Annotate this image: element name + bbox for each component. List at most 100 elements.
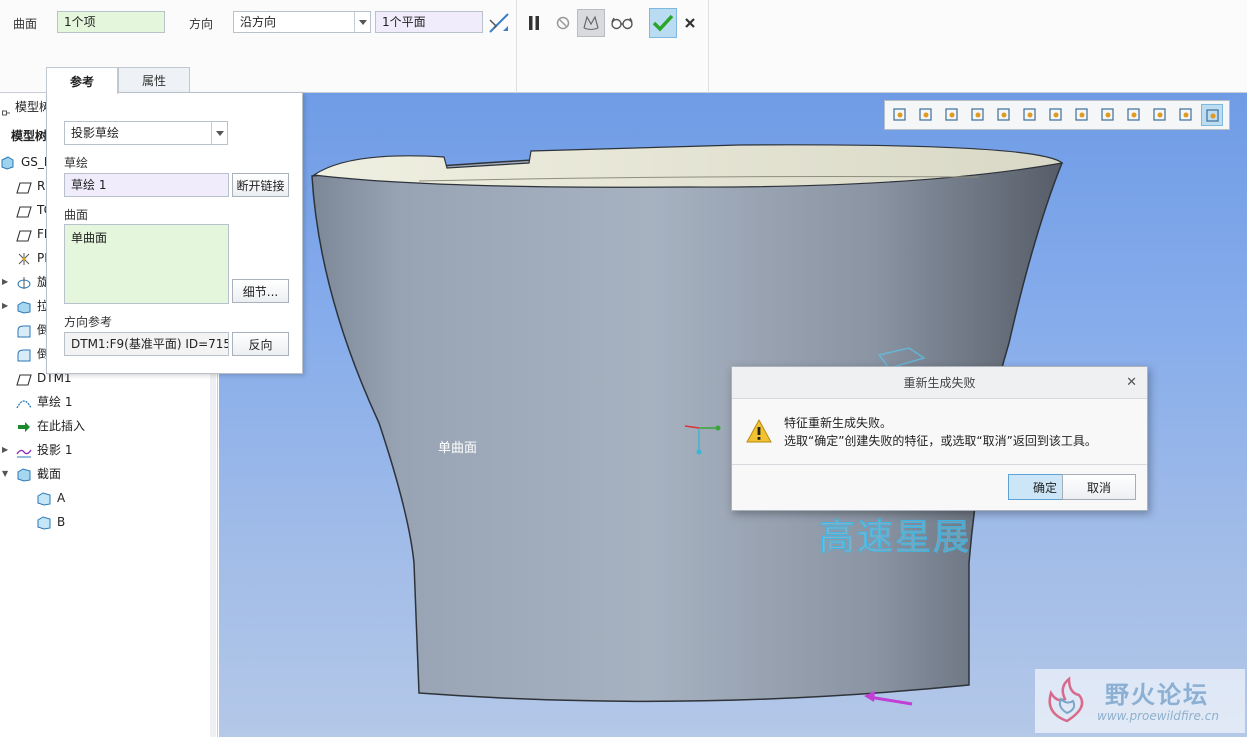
- pause-button[interactable]: [524, 12, 544, 34]
- no-preview-button[interactable]: [553, 12, 573, 34]
- datum-plane-icon: [16, 227, 32, 242]
- projection-type-dropdown[interactable]: 投影草绘: [64, 121, 228, 145]
- datum-plane-icon: [16, 203, 32, 218]
- watermark-text: 高速星展: [818, 517, 972, 559]
- tree-item[interactable]: 草绘 1: [0, 391, 216, 413]
- collapsed-chevron-icon[interactable]: ▶: [2, 271, 10, 293]
- references-panel: 投影草绘 草绘 草绘 1 断开链接 曲面 单曲面 细节... 方向参考 DTM1…: [46, 92, 303, 374]
- surface-section-label: 曲面: [64, 208, 89, 222]
- dashboard-separator: [516, 0, 517, 93]
- close-icon[interactable]: ✕: [1126, 375, 1137, 390]
- regeneration-failed-dialog: 重新生成失败 ✕ 特征重新生成失败。 选取“确定”创建失败的特征，或选取“取消”…: [731, 366, 1148, 511]
- spin-center-icon[interactable]: [1175, 104, 1197, 126]
- tree-item[interactable]: A: [0, 487, 216, 509]
- section-icon: [16, 467, 32, 482]
- dialog-message-line1: 特征重新生成失败。: [784, 416, 893, 430]
- projection-icon: [16, 443, 32, 458]
- csys-icon: [16, 251, 32, 265]
- insert-here-arrow-icon: [16, 419, 32, 433]
- direction-dropdown-value: 沿方向: [240, 15, 277, 29]
- flip-button[interactable]: 反向: [232, 332, 289, 356]
- surface-list-item[interactable]: 单曲面: [71, 229, 107, 246]
- round-icon: [16, 347, 32, 362]
- revolve-icon: [16, 275, 32, 289]
- direction-arrow-icon: [864, 691, 913, 706]
- tree-item[interactable]: 在此插入: [0, 415, 216, 437]
- datum-display-icon[interactable]: [1123, 104, 1145, 126]
- chevron-down-icon: [354, 12, 370, 32]
- repaint-icon[interactable]: [967, 104, 989, 126]
- tree-toggle-icon: [2, 102, 10, 116]
- flip-direction-button[interactable]: [486, 10, 512, 36]
- perspective-icon[interactable]: [1071, 104, 1093, 126]
- section-item-icon: [36, 515, 52, 530]
- section-item-icon: [36, 491, 52, 506]
- direction-dropdown[interactable]: 沿方向: [233, 11, 371, 33]
- expanded-chevron-icon[interactable]: ▼: [2, 463, 10, 485]
- tab-properties[interactable]: 属性: [118, 67, 190, 93]
- round-icon: [16, 323, 32, 338]
- dialog-divider: [732, 464, 1147, 465]
- zoom-out-icon[interactable]: [941, 104, 963, 126]
- glasses-icon: [611, 17, 633, 30]
- cancel-feature-button[interactable]: [681, 13, 699, 33]
- ok-button[interactable]: [649, 8, 677, 38]
- tab-references[interactable]: 参考: [46, 67, 118, 94]
- chevron-down-icon: [211, 122, 227, 144]
- sketch-label: 草绘: [64, 156, 89, 170]
- tree-item-label: 在此插入: [37, 419, 86, 433]
- zoom-in-icon[interactable]: [915, 104, 937, 126]
- preview-geometry-icon: [583, 15, 599, 30]
- forum-logo-name: 野火论坛: [1105, 681, 1209, 709]
- annotation-display-icon[interactable]: [1097, 104, 1119, 126]
- surface-label: 曲面: [13, 17, 38, 31]
- surface-collector[interactable]: 1个项: [57, 11, 165, 33]
- tree-item-label: 投影 1: [37, 443, 73, 457]
- csys-display-icon[interactable]: [1149, 104, 1171, 126]
- no-preview-icon: [556, 16, 570, 30]
- pause-icon: [529, 16, 539, 30]
- display-style-icon[interactable]: [993, 104, 1015, 126]
- warning-icon: [746, 418, 772, 443]
- datum-plane-icon: [16, 371, 32, 386]
- tree-item-label: A: [57, 491, 66, 505]
- view-manager-icon[interactable]: [1045, 104, 1067, 126]
- model-tree-subheader-label: 模型树: [11, 129, 48, 143]
- break-link-button[interactable]: 断开链接: [232, 173, 289, 197]
- datum-plane-icon: [16, 179, 32, 194]
- dashboard-separator-right: [708, 0, 709, 93]
- tree-item[interactable]: ▶ 投影 1: [0, 439, 216, 461]
- projection-type-value: 投影草绘: [71, 126, 120, 140]
- sketch-icon: [16, 395, 32, 409]
- surface-collector-list[interactable]: 单曲面: [64, 224, 229, 304]
- tree-item-label: B: [57, 515, 66, 529]
- part-icon: [0, 155, 16, 170]
- flip-direction-icon: [489, 13, 509, 33]
- tree-item[interactable]: B: [0, 511, 216, 533]
- direction-reference-collector[interactable]: DTM1:F9(基准平面) ID=715: [64, 332, 229, 356]
- sketch-collector[interactable]: 草绘 1: [64, 173, 229, 197]
- collapsed-chevron-icon[interactable]: ▶: [2, 295, 10, 317]
- forum-logo-url: www.proewildfire.cn: [1097, 709, 1219, 723]
- direction-plane-collector[interactable]: 1个平面: [375, 11, 483, 33]
- forum-logo: 野火论坛 www.proewildfire.cn: [1035, 669, 1245, 733]
- dialog-cancel-button[interactable]: 取消: [1062, 474, 1136, 500]
- direction-reference-label: 方向参考: [64, 315, 113, 329]
- close-icon: [685, 18, 695, 28]
- refit-icon[interactable]: [889, 104, 911, 126]
- verify-button[interactable]: [609, 12, 635, 34]
- surface-annotation: 单曲面: [438, 441, 478, 456]
- extrude-icon: [16, 299, 32, 314]
- preview-geometry-button[interactable]: [577, 9, 605, 37]
- collapsed-chevron-icon[interactable]: ▶: [2, 439, 10, 461]
- dialog-title: 重新生成失败: [732, 367, 1147, 399]
- datum-points-icon[interactable]: [1201, 104, 1223, 126]
- tree-item-label: 草绘 1: [37, 395, 73, 409]
- view-toolbar: [884, 100, 1230, 130]
- direction-label: 方向: [189, 17, 214, 31]
- tree-item[interactable]: ▼ 截面: [0, 463, 216, 485]
- details-button[interactable]: 细节...: [232, 279, 289, 303]
- saved-orientations-icon[interactable]: [1019, 104, 1041, 126]
- dialog-message-line2: 选取“确定”创建失败的特征，或选取“取消”返回到该工具。: [784, 434, 1097, 448]
- tree-item-label: 截面: [37, 467, 62, 481]
